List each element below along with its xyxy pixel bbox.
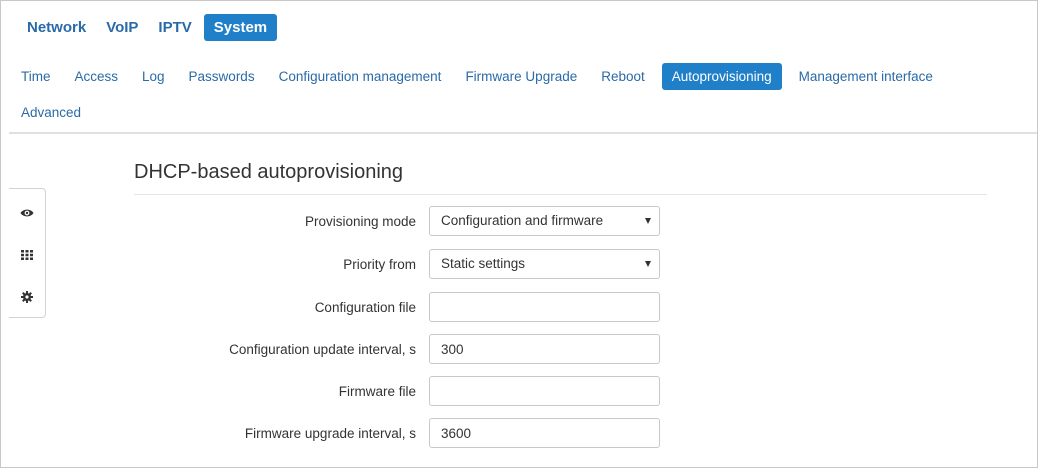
subtab-reboot[interactable]: Reboot xyxy=(594,63,652,90)
subtab-autoprovisioning[interactable]: Autoprovisioning xyxy=(661,62,782,90)
page-frame: Network VoIP IPTV System Time Access Log… xyxy=(0,0,1038,468)
firmware-upgrade-interval-input[interactable] xyxy=(429,418,660,448)
config-update-interval-input[interactable] xyxy=(429,334,660,364)
subtab-configuration-management[interactable]: Configuration management xyxy=(272,63,449,90)
sub-nav-row: Advanced xyxy=(21,97,1031,127)
tab-iptv[interactable]: IPTV xyxy=(150,14,199,41)
firmware-upgrade-interval-label: Firmware upgrade interval, s xyxy=(244,426,416,441)
subtab-firmware-upgrade[interactable]: Firmware Upgrade xyxy=(458,63,584,90)
subtab-management-interface[interactable]: Management interface xyxy=(792,63,940,90)
tab-voip[interactable]: VoIP xyxy=(98,14,146,41)
provisioning-mode-label: Provisioning mode xyxy=(304,214,416,229)
tab-system[interactable]: System xyxy=(203,14,278,41)
provisioning-mode-value: Configuration and firmware xyxy=(441,213,604,228)
sub-nav-row: Time Access Log Passwords Configuration … xyxy=(21,61,1031,91)
provisioning-mode-select[interactable]: Configuration and firmware xyxy=(429,206,660,236)
subtab-log[interactable]: Log xyxy=(135,63,172,90)
subtab-time[interactable]: Time xyxy=(21,63,58,90)
section-title: DHCP-based autoprovisioning xyxy=(134,161,404,183)
sub-nav: Time Access Log Passwords Configuration … xyxy=(21,61,1031,127)
form-row-config-update-interval: Configuration update interval, s xyxy=(1,334,1038,366)
form-row-firmware-file: Firmware file xyxy=(1,376,1038,408)
top-nav: Network VoIP IPTV System xyxy=(19,14,281,41)
nav-divider xyxy=(9,132,1037,134)
config-update-interval-label: Configuration update interval, s xyxy=(229,342,416,357)
form-row-priority-from: Priority from Static settings xyxy=(1,249,1038,281)
form-row-configuration-file: Configuration file xyxy=(1,292,1038,324)
priority-from-value: Static settings xyxy=(441,256,526,271)
subtab-access[interactable]: Access xyxy=(68,63,126,90)
configuration-file-input[interactable] xyxy=(429,292,660,322)
subtab-advanced[interactable]: Advanced xyxy=(21,99,88,126)
form-row-provisioning-mode: Provisioning mode Configuration and firm… xyxy=(1,206,1038,238)
chevron-down-icon xyxy=(645,261,651,267)
tab-network[interactable]: Network xyxy=(19,14,94,41)
priority-from-select[interactable]: Static settings xyxy=(429,249,660,279)
chevron-down-icon xyxy=(645,218,651,224)
priority-from-label: Priority from xyxy=(343,257,416,272)
firmware-file-label: Firmware file xyxy=(338,384,416,399)
section-divider xyxy=(134,194,987,195)
configuration-file-label: Configuration file xyxy=(314,300,416,315)
firmware-file-input[interactable] xyxy=(429,376,660,406)
form-row-firmware-upgrade-interval: Firmware upgrade interval, s xyxy=(1,418,1038,450)
subtab-passwords[interactable]: Passwords xyxy=(182,63,262,90)
